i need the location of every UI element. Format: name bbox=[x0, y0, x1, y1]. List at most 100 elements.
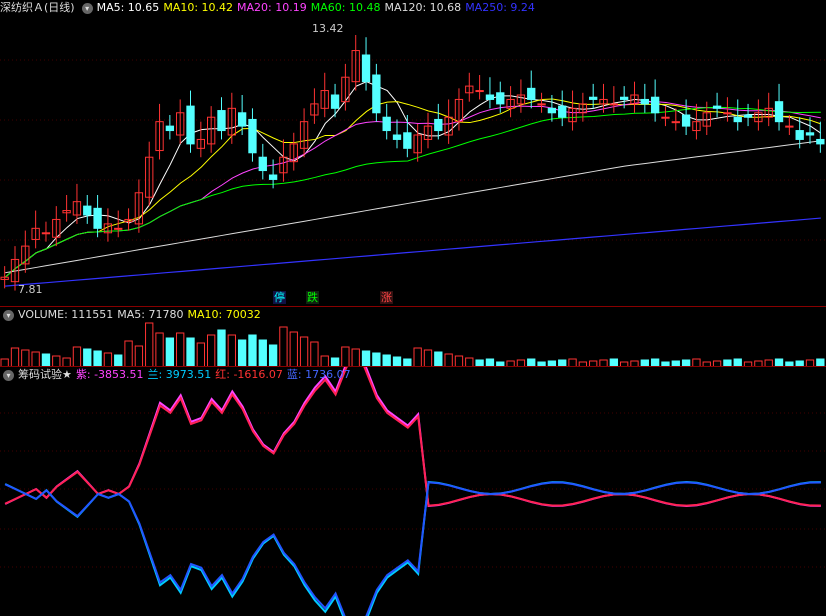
volume-bar bbox=[413, 347, 422, 367]
cyan-line bbox=[4, 480, 821, 616]
ma120-label: MA120: 10.68 bbox=[384, 1, 462, 14]
indicator-settings-icon[interactable]: ▾ bbox=[3, 369, 14, 381]
volume-bar bbox=[155, 332, 164, 367]
volume-bar bbox=[31, 351, 40, 367]
candle-body bbox=[805, 132, 815, 136]
candle-body bbox=[485, 94, 495, 100]
ma5-line bbox=[4, 81, 822, 278]
indicator-purple: 紫: -3853.51 bbox=[75, 368, 144, 381]
candle-body bbox=[723, 112, 732, 115]
ma60-label: MA60: 10.48 bbox=[310, 1, 381, 14]
volume-bar bbox=[124, 340, 133, 367]
candle-body bbox=[434, 118, 443, 132]
volume-bar bbox=[299, 336, 309, 367]
indicator-chart bbox=[0, 367, 826, 616]
price-chart bbox=[0, 35, 826, 291]
volume-bar bbox=[93, 350, 102, 367]
candle-body bbox=[258, 156, 267, 172]
ma10-line bbox=[4, 98, 822, 278]
volume-bar bbox=[207, 334, 216, 367]
volume-panel[interactable]: ▾ VOLUME: 111551 MA5: 71780 MA10: 70032 bbox=[0, 306, 826, 367]
tag-up: 涨 bbox=[380, 291, 393, 304]
candle-body bbox=[640, 98, 649, 105]
volume-bar bbox=[310, 341, 319, 367]
volume-ma10-label: MA10: 70032 bbox=[187, 308, 261, 321]
candle-body bbox=[620, 96, 629, 100]
candle-body bbox=[475, 90, 484, 93]
candle-body bbox=[372, 74, 381, 114]
volume-bar bbox=[341, 346, 350, 367]
volume-settings-icon[interactable]: ▾ bbox=[3, 309, 14, 321]
title: 深纺织Ａ(日线) bbox=[0, 1, 75, 14]
volume-bar bbox=[83, 348, 92, 367]
candle-body bbox=[330, 94, 340, 109]
volume-bar bbox=[361, 350, 371, 367]
candle-body bbox=[795, 130, 804, 140]
candle-body bbox=[558, 105, 567, 118]
volume-bar bbox=[103, 352, 113, 367]
volume-bar bbox=[165, 337, 175, 367]
indicator-cyan: 兰: 3973.51 bbox=[147, 368, 212, 381]
volume-label: VOLUME: 111551 bbox=[18, 308, 114, 321]
volume-bar bbox=[268, 344, 278, 367]
candle-body bbox=[165, 125, 175, 132]
candle-body bbox=[650, 96, 660, 114]
candle-body bbox=[237, 112, 247, 127]
candle-body bbox=[816, 138, 825, 145]
volume-bar bbox=[196, 342, 206, 367]
candle-body bbox=[733, 116, 742, 123]
ma10-label: MA10: 10.42 bbox=[163, 1, 234, 14]
candle-body bbox=[496, 92, 505, 105]
low-label: 7.81 bbox=[18, 283, 43, 296]
price-legend: 深纺织Ａ(日线) ▾ MA5: 10.65 MA10: 10.42 MA20: … bbox=[0, 0, 539, 16]
volume-ma5-label: MA5: 71780 bbox=[117, 308, 184, 321]
candle-body bbox=[217, 110, 226, 132]
candle-body bbox=[589, 96, 598, 100]
candle-body bbox=[361, 54, 371, 83]
settings-icon[interactable]: ▾ bbox=[81, 2, 93, 14]
volume-bar bbox=[72, 346, 82, 367]
volume-bar bbox=[279, 326, 288, 367]
purple-line bbox=[4, 367, 821, 508]
volume-bar bbox=[434, 351, 443, 367]
high-label: 13.42 bbox=[312, 22, 344, 35]
candle-body bbox=[712, 105, 722, 109]
price-panel[interactable]: 深纺织Ａ(日线) ▾ MA5: 10.65 MA10: 10.42 MA20: … bbox=[0, 0, 826, 306]
candle-body bbox=[547, 107, 557, 114]
candle-body bbox=[41, 232, 51, 235]
candle-body bbox=[774, 101, 784, 123]
volume-bar bbox=[372, 352, 381, 367]
ma5-label: MA5: 10.65 bbox=[96, 1, 160, 14]
volume-bar bbox=[351, 348, 360, 367]
volume-bar bbox=[289, 331, 298, 367]
tag-down: 跌 bbox=[306, 291, 319, 304]
volume-bar bbox=[10, 347, 20, 367]
candle-body bbox=[392, 134, 402, 140]
tag-stop: 停 bbox=[273, 291, 286, 304]
candle-body bbox=[661, 116, 670, 119]
volume-bar bbox=[217, 329, 226, 367]
volume-bar bbox=[248, 334, 257, 367]
ma20-label: MA20: 10.19 bbox=[237, 1, 307, 14]
candle-body bbox=[248, 118, 257, 154]
candle-body bbox=[83, 205, 92, 216]
volume-bar bbox=[237, 339, 247, 367]
volume-bar bbox=[134, 345, 144, 367]
red-line bbox=[4, 367, 821, 507]
candle-body bbox=[93, 207, 102, 229]
volume-bar bbox=[423, 349, 433, 367]
candle-body bbox=[537, 103, 546, 106]
volume-bar bbox=[176, 332, 185, 367]
candle-body bbox=[382, 116, 391, 132]
candle-body bbox=[114, 227, 123, 230]
candle-body bbox=[785, 125, 794, 128]
candle-body bbox=[671, 121, 680, 124]
indicator-panel[interactable]: ▾ 筹码试验★ 紫: -3853.51 兰: 3973.51 红: -1616.… bbox=[0, 366, 826, 616]
volume-legend: ▾ VOLUME: 111551 MA5: 71780 MA10: 70032 bbox=[0, 307, 265, 323]
volume-bar bbox=[227, 334, 236, 367]
candle-body bbox=[403, 132, 412, 149]
volume-bar bbox=[186, 337, 195, 367]
volume-bar bbox=[21, 349, 30, 367]
candle-body bbox=[268, 174, 278, 180]
candle-body bbox=[186, 105, 195, 145]
